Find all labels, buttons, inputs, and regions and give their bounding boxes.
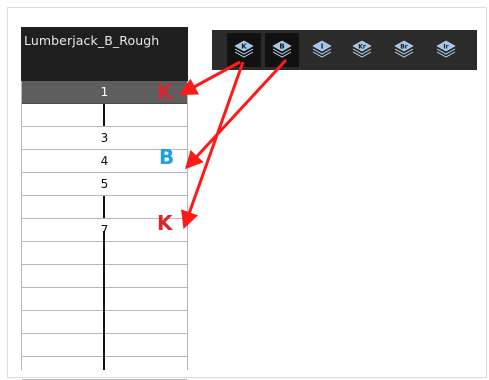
hold-line xyxy=(103,196,105,218)
hold-line xyxy=(103,104,105,126)
in-between-drawing-icon: I xyxy=(310,37,334,63)
retake-breakdown-drawing-icon: Br xyxy=(392,37,416,63)
mark-key-button[interactable]: K xyxy=(227,33,261,67)
breakdown-glyph: B xyxy=(279,43,284,51)
xsheet-column[interactable]: 1 3 4 5 7 K B K xyxy=(21,80,188,380)
mark-retake-key-button[interactable]: Kr xyxy=(345,33,379,67)
retake-key-drawing-icon: Kr xyxy=(350,37,374,63)
breakdown-drawing-icon: B xyxy=(270,37,294,63)
drawing-type-toolbar: K B I Kr Br Ir xyxy=(212,30,477,70)
key-marker: K xyxy=(157,211,173,235)
mark-retake-in-between-button[interactable]: Ir xyxy=(429,33,463,67)
retake-breakdown-glyph: Br xyxy=(400,44,408,51)
mark-breakdown-button[interactable]: B xyxy=(265,33,299,67)
frame-number: 1 xyxy=(100,85,109,99)
key-drawing-icon: K xyxy=(232,37,256,63)
retake-in-between-glyph: Ir xyxy=(443,44,448,51)
hold-line xyxy=(103,231,105,370)
frame-number: 3 xyxy=(100,131,109,145)
retake-in-between-drawing-icon: Ir xyxy=(434,37,458,63)
key-marker: K xyxy=(157,80,173,104)
frame-number: 4 xyxy=(100,154,109,168)
mark-in-between-button[interactable]: I xyxy=(305,33,339,67)
in-between-glyph: I xyxy=(321,43,324,51)
breakdown-marker: B xyxy=(159,145,175,169)
column-header[interactable]: Lumberjack_B_Rough xyxy=(21,27,188,81)
retake-key-glyph: Kr xyxy=(358,44,366,51)
frame-number: 5 xyxy=(100,177,109,191)
column-name: Lumberjack_B_Rough xyxy=(24,33,160,48)
mark-retake-breakdown-button[interactable]: Br xyxy=(387,33,421,67)
key-glyph: K xyxy=(241,43,247,51)
frame-cell[interactable]: 5 xyxy=(22,173,187,196)
